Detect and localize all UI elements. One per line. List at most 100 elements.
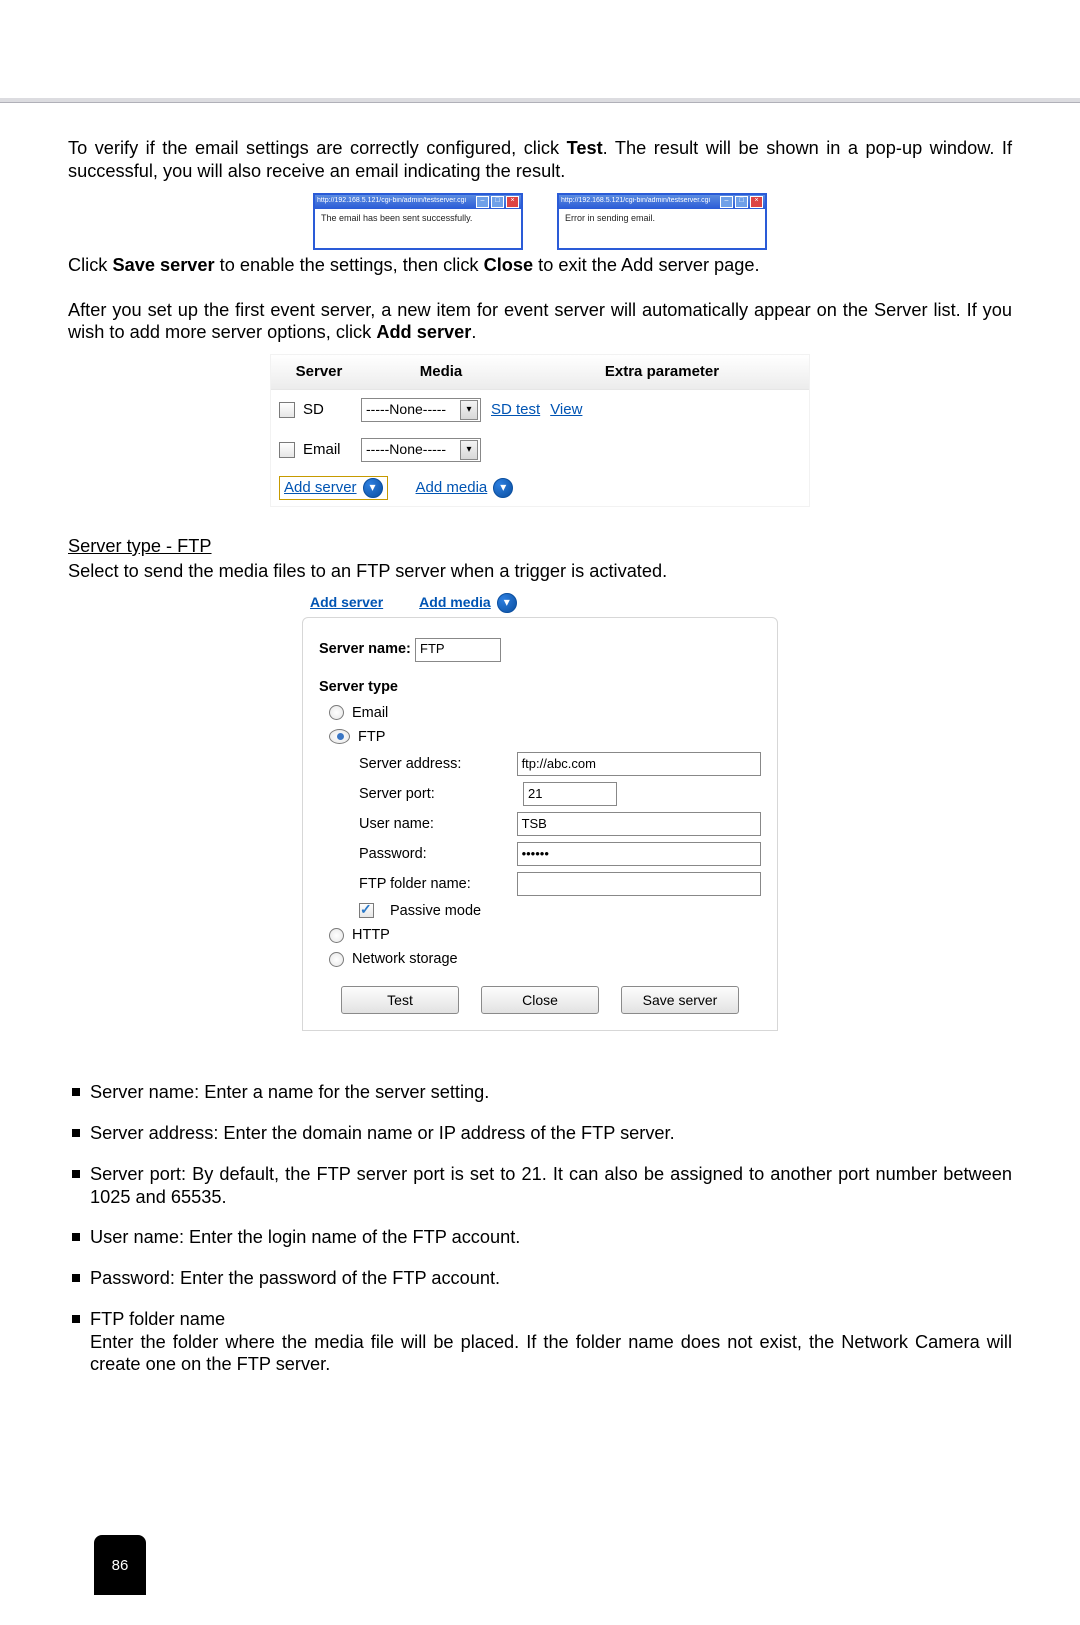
radio-email-label: Email — [352, 704, 388, 722]
checkbox-email[interactable] — [279, 442, 295, 458]
password-label: Password: — [359, 845, 517, 863]
user-name-input[interactable]: TSB — [517, 812, 761, 836]
radio-ftp-row: FTP — [329, 728, 761, 746]
close-icon: × — [506, 196, 519, 208]
user-name-label: User name: — [359, 815, 517, 833]
radio-http-row: HTTP — [329, 926, 761, 944]
list-item: Server name: Enter a name for the server… — [68, 1081, 1012, 1104]
list-item: FTP folder name Enter the folder where t… — [68, 1308, 1012, 1376]
add-media-link[interactable]: Add media — [416, 478, 514, 498]
passive-mode-checkbox[interactable] — [359, 903, 374, 918]
col-extra: Extra parameter — [515, 363, 809, 382]
paragraph-ftp-desc: Select to send the media files to an FTP… — [68, 560, 1012, 583]
popup-success: http://192.168.5.121/cgi-bin/admin/tests… — [313, 193, 523, 250]
popup-titlebar: http://192.168.5.121/cgi-bin/admin/tests… — [315, 195, 521, 209]
server-address-label: Server address: — [359, 755, 517, 773]
server-port-label: Server port: — [359, 785, 523, 803]
radio-network-storage-label: Network storage — [352, 950, 458, 968]
chevron-down-icon: ▾ — [460, 440, 478, 460]
select-value: -----None----- — [366, 441, 446, 459]
ftp-folder-row: FTP folder name: — [359, 872, 761, 896]
close-icon: × — [750, 196, 763, 208]
close-word: Close — [484, 255, 534, 275]
tab-add-server[interactable]: Add server — [310, 593, 383, 613]
popup-url: http://192.168.5.121/cgi-bin/admin/tests… — [317, 197, 466, 206]
passive-mode-label: Passive mode — [390, 902, 481, 920]
popup-screenshots: http://192.168.5.121/cgi-bin/admin/tests… — [68, 193, 1012, 250]
popup-body: Error in sending email. — [559, 209, 765, 248]
tab-add-media[interactable]: Add media — [419, 593, 517, 613]
text: After you set up the first event server,… — [68, 300, 1012, 343]
list-item-body: Enter the folder where the media file wi… — [90, 1331, 1012, 1377]
minimize-icon: – — [476, 196, 489, 208]
password-row: Password: •••••• — [359, 842, 761, 866]
server-type-heading: Server type - FTP — [68, 535, 1012, 558]
server-name-row: Server name: FTP — [319, 638, 761, 662]
passive-mode-row: Passive mode — [359, 902, 761, 920]
add-server-word: Add server — [376, 322, 471, 342]
select-value: -----None----- — [366, 401, 446, 419]
popup-url: http://192.168.5.121/cgi-bin/admin/tests… — [561, 197, 710, 206]
radio-email-row: Email — [329, 704, 761, 722]
media-select-email[interactable]: -----None----- ▾ — [361, 438, 481, 462]
server-type-label: Server type — [319, 678, 761, 696]
test-word: Test — [567, 138, 603, 158]
add-icon — [363, 478, 383, 498]
server-port-input[interactable]: 21 — [523, 782, 617, 806]
paragraph-after-setup: After you set up the first event server,… — [68, 299, 1012, 345]
radio-http[interactable] — [329, 928, 344, 943]
ftp-folder-label: FTP folder name: — [359, 875, 517, 893]
minimize-icon: – — [720, 196, 733, 208]
tab-label: Add server — [310, 594, 383, 612]
chevron-down-icon: ▾ — [460, 400, 478, 420]
radio-netstorage-row: Network storage — [329, 950, 761, 968]
popup-titlebar: http://192.168.5.121/cgi-bin/admin/tests… — [559, 195, 765, 209]
maximize-icon: □ — [735, 196, 748, 208]
add-icon — [493, 478, 513, 498]
server-port-row: Server port: 21 — [359, 782, 761, 806]
media-select-sd[interactable]: -----None----- ▾ — [361, 398, 481, 422]
bullet-list: Server name: Enter a name for the server… — [68, 1081, 1012, 1376]
text: to exit the Add server page. — [533, 255, 759, 275]
test-button[interactable]: Test — [341, 986, 459, 1014]
col-media: Media — [367, 363, 515, 382]
button-row: Test Close Save server — [319, 986, 761, 1014]
server-name-input[interactable]: FTP — [415, 638, 501, 662]
table-row: Email -----None----- ▾ — [271, 430, 809, 470]
text: . — [471, 322, 476, 342]
checkbox-sd[interactable] — [279, 402, 295, 418]
popup-error: http://192.168.5.121/cgi-bin/admin/tests… — [557, 193, 767, 250]
server-address-input[interactable]: ftp://abc.com — [517, 752, 761, 776]
sd-test-link[interactable]: SD test — [491, 401, 540, 420]
radio-email[interactable] — [329, 705, 344, 720]
paragraph-save: Click Save server to enable the settings… — [68, 254, 1012, 277]
tab-label: Add media — [419, 594, 491, 612]
ftp-folder-input[interactable] — [517, 872, 761, 896]
link-label: Add server — [284, 479, 357, 498]
row-label-email: Email — [303, 441, 361, 460]
radio-ftp[interactable] — [329, 729, 350, 744]
radio-http-label: HTTP — [352, 926, 390, 944]
add-icon — [497, 593, 517, 613]
text: to enable the settings, then click — [215, 255, 484, 275]
link-label: Add media — [416, 479, 488, 498]
add-links-row: Add server Add media — [271, 470, 809, 506]
save-server-button[interactable]: Save server — [621, 986, 739, 1014]
add-server-link[interactable]: Add server — [279, 476, 388, 500]
radio-ftp-label: FTP — [358, 728, 385, 746]
popup-body: The email has been sent successfully. — [315, 209, 521, 248]
radio-network-storage[interactable] — [329, 952, 344, 967]
server-name-label: Server name: — [319, 640, 415, 658]
text: To verify if the email settings are corr… — [68, 138, 567, 158]
paragraph-verify: To verify if the email settings are corr… — [68, 137, 1012, 183]
password-input[interactable]: •••••• — [517, 842, 761, 866]
close-button[interactable]: Close — [481, 986, 599, 1014]
list-item: Password: Enter the password of the FTP … — [68, 1267, 1012, 1290]
view-link[interactable]: View — [550, 401, 582, 420]
list-item: Server address: Enter the domain name or… — [68, 1122, 1012, 1145]
list-item: Server port: By default, the FTP server … — [68, 1163, 1012, 1209]
list-item: User name: Enter the login name of the F… — [68, 1226, 1012, 1249]
form-tabs: Add server Add media — [302, 593, 778, 613]
server-address-row: Server address: ftp://abc.com — [359, 752, 761, 776]
col-server: Server — [271, 363, 367, 382]
